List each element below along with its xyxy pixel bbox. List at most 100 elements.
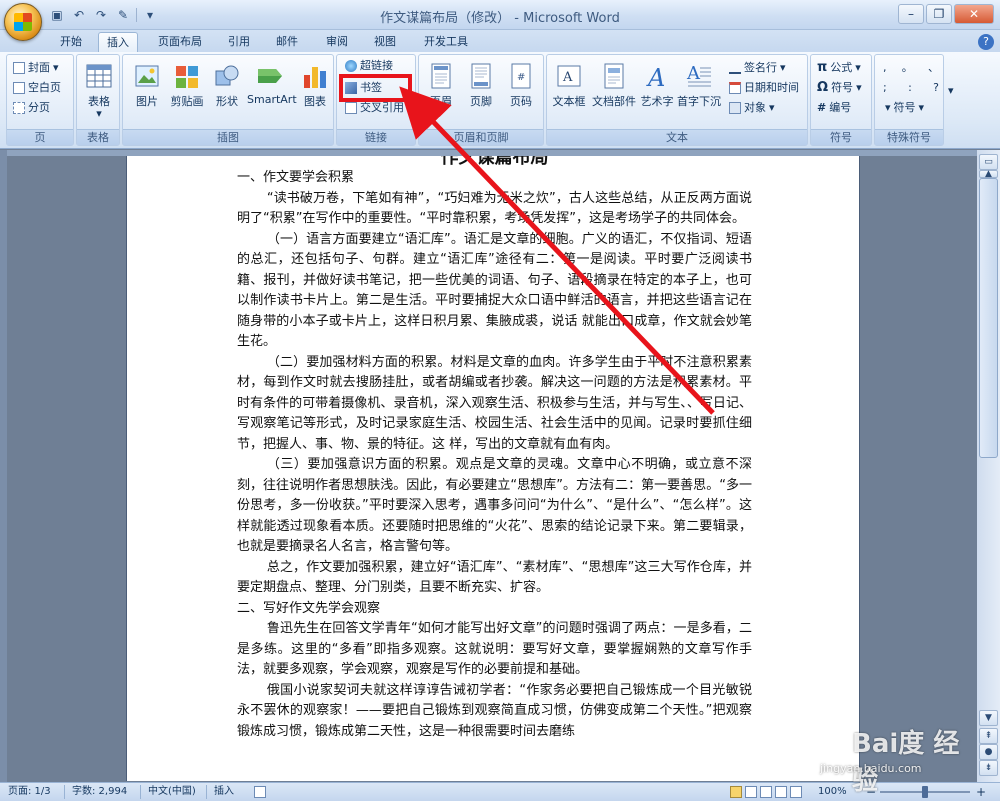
more-symbols-button[interactable]: ▾ 符号 ▾ — [885, 99, 924, 117]
zoom-in-button[interactable]: + — [976, 783, 986, 801]
word-count[interactable]: 字数: 2,994 — [72, 783, 127, 801]
chart-button[interactable]: 图表 — [295, 61, 335, 119]
group-tables: 表格 ▾ 表格 — [76, 54, 120, 146]
tab-developer[interactable]: 开发工具 — [416, 32, 476, 52]
semicolon-symbol-button[interactable]: ; — [883, 79, 887, 97]
table-icon — [86, 64, 112, 88]
equation-button[interactable]: π 公式 ▾ — [817, 59, 861, 77]
colon-symbol-button[interactable]: : — [908, 79, 912, 97]
clip-art-icon — [176, 66, 198, 88]
status-divider — [64, 785, 65, 799]
browse-object-icon[interactable]: ● — [979, 744, 998, 760]
cover-page-button[interactable]: 封面 ▾ — [13, 59, 59, 77]
document-paragraph[interactable]: “读书破万卷，下笔如有神”，“巧妇难为无米之炊”，古人这些总结，从正反两方面说明… — [237, 189, 752, 230]
office-button[interactable] — [4, 3, 42, 41]
scroll-down-arrow[interactable]: ▼ — [979, 710, 998, 726]
next-page-icon[interactable]: ⇟ — [979, 760, 998, 776]
restore-button[interactable]: ❐ — [926, 4, 952, 24]
signature-line-button[interactable]: 签名行 ▾ — [729, 59, 786, 77]
smartart-button[interactable]: SmartArt — [247, 61, 297, 119]
tab-mailings[interactable]: 邮件 — [268, 32, 306, 52]
footer-button[interactable]: 页脚 — [461, 61, 501, 119]
object-button[interactable]: 对象 ▾ — [729, 99, 775, 117]
page-break-button[interactable]: 分页 — [13, 99, 50, 117]
document-paragraph[interactable]: （二）要加强材料方面的积累。材料是文章的血肉。许多学生由于平时不注意积累素材，每… — [237, 353, 752, 456]
numbering-button[interactable]: # 编号 — [817, 99, 851, 117]
window-title: 作文谋篇布局（修改） - Microsoft Word — [380, 11, 620, 26]
page-break-label: 分页 — [28, 101, 50, 114]
view-buttons — [730, 786, 810, 798]
shapes-button[interactable]: 形状 — [207, 61, 247, 119]
page-count[interactable]: 页面: 1/3 — [8, 783, 51, 801]
document-body[interactable]: 作文谋篇布局 一、作文要学会积累 “读书破万卷，下笔如有神”，“巧妇难为无米之炊”… — [237, 156, 752, 742]
clip-art-button[interactable]: 剪贴画 — [167, 61, 207, 119]
smartart-icon — [258, 69, 282, 83]
language-indicator[interactable]: 中文(中国) — [148, 783, 196, 801]
minimize-button[interactable]: – — [898, 4, 924, 24]
document-paragraph[interactable]: （三）要加强意识方面的积累。观点是文章的灵魂。文章中心不明确，或立意不深刻，往往… — [237, 455, 752, 558]
tab-page-layout[interactable]: 页面布局 — [150, 32, 210, 52]
macro-record-icon[interactable] — [254, 786, 266, 798]
document-paragraph[interactable]: 总之，作文要加强积累，建立好“语汇库”、“素材库”、“思想库”这三大写作仓库，并… — [237, 558, 752, 599]
web-layout-icon[interactable] — [760, 786, 772, 798]
help-icon[interactable]: ? — [978, 34, 994, 50]
document-page[interactable]: 作文谋篇布局 一、作文要学会积累 “读书破万卷，下笔如有神”，“巧妇难为无米之炊”… — [126, 156, 860, 781]
cover-page-label: 封面 — [28, 61, 50, 74]
wordart-button[interactable]: A 艺术字 — [637, 61, 677, 119]
wordart-label: 艺术字 — [640, 95, 674, 108]
zoom-level[interactable]: 100% — [818, 783, 847, 801]
baidu-paw-icon — [785, 721, 829, 759]
draft-view-icon[interactable] — [790, 786, 802, 798]
text-box-button[interactable]: A 文本框 — [549, 61, 589, 119]
group-header-footer: 页眉 页脚 # 页码 页眉和页脚 — [418, 54, 544, 146]
wordart-icon: A — [646, 64, 665, 91]
drop-cap-button[interactable]: A 首字下沉 — [677, 61, 721, 119]
picture-button[interactable]: 图片 — [127, 61, 167, 119]
watermark-text: Bai度 经验 — [852, 729, 960, 796]
document-paragraph[interactable]: （一）语言方面要建立“语汇库”。语汇是文章的细胞。广义的语汇，不仅指词、短语的总… — [237, 230, 752, 353]
page-number-icon: # — [511, 63, 531, 89]
date-time-button[interactable]: 日期和时间 — [729, 79, 799, 97]
document-paragraph[interactable]: 鲁迅先生在回答文学青年“如何才能写出好文章”的问题时强调了两点：一是多看，二是多… — [237, 619, 752, 681]
ruler-toggle-icon[interactable]: ▭ — [979, 154, 998, 170]
group-header-footer-label: 页眉和页脚 — [419, 129, 543, 145]
tab-review[interactable]: 审阅 — [318, 32, 356, 52]
full-screen-reading-icon[interactable] — [745, 786, 757, 798]
vertical-ruler — [0, 150, 7, 782]
enumeration-comma-symbol-button[interactable]: 、 — [928, 59, 939, 77]
scroll-thumb[interactable] — [979, 178, 998, 458]
quick-parts-button[interactable]: 文档部件 — [591, 61, 637, 119]
symbol-button[interactable]: Ω 符号 ▾ — [817, 79, 862, 97]
period-symbol-button[interactable]: 。 — [902, 59, 913, 77]
hyperlink-button[interactable]: 超链接 — [345, 57, 393, 75]
page-number-button[interactable]: # 页码 — [501, 61, 541, 119]
blank-page-button[interactable]: 空白页 — [13, 79, 61, 97]
tab-references[interactable]: 引用 — [220, 32, 258, 52]
scroll-up-arrow[interactable]: ▲ — [979, 170, 998, 179]
table-button[interactable]: 表格 ▾ — [79, 61, 119, 120]
tab-view[interactable]: 视图 — [366, 32, 404, 52]
tab-insert[interactable]: 插入 — [98, 32, 138, 52]
svg-text:A: A — [562, 70, 573, 85]
header-button[interactable]: 页眉 — [421, 61, 461, 119]
clip-art-label: 剪贴画 — [170, 95, 204, 108]
previous-page-icon[interactable]: ⇞ — [979, 728, 998, 744]
date-time-label: 日期和时间 — [744, 81, 799, 94]
tab-home[interactable]: 开始 — [52, 32, 90, 52]
close-button[interactable]: ✕ — [954, 4, 994, 24]
outline-view-icon[interactable] — [775, 786, 787, 798]
vertical-scrollbar[interactable]: ▭ ▲ ▼ ⇞ ● ⇟ — [977, 150, 1000, 782]
document-paragraph[interactable]: 俄国小说家契诃夫就这样谆谆告诫初学者：“作家务必要把自己锻炼成一个目光敏锐永不罢… — [237, 681, 752, 743]
question-mark-symbol-button[interactable]: ? — [933, 79, 939, 97]
picture-label: 图片 — [136, 95, 158, 108]
pi-icon: π — [817, 60, 828, 75]
ribbon-scroll-arrow[interactable]: ▾ — [948, 82, 954, 100]
document-paragraph[interactable]: 一、作文要学会积累 — [237, 168, 752, 189]
comma-symbol-button[interactable]: , — [883, 59, 887, 77]
insert-mode-indicator[interactable]: 插入 — [214, 783, 234, 801]
document-paragraph[interactable]: 二、写好作文先学会观察 — [237, 599, 752, 620]
chevron-down-icon: ▾ — [856, 81, 862, 94]
print-layout-view-icon[interactable] — [730, 786, 742, 798]
chevron-down-icon: ▾ — [885, 101, 891, 114]
chevron-down-icon: ▾ — [948, 84, 954, 97]
